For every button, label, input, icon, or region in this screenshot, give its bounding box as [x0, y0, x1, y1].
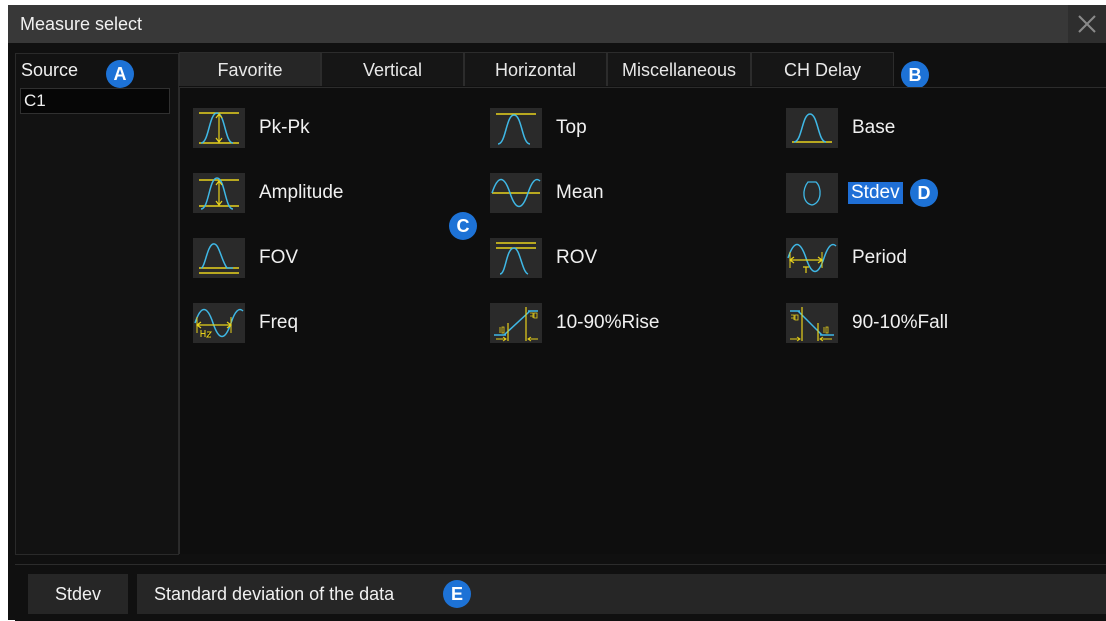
measure-label-selected: Stdev [848, 182, 903, 204]
measure-item-stdev[interactable]: Stdev D [786, 173, 1046, 213]
measure-item-amplitude[interactable]: Amplitude [193, 173, 453, 213]
tab-bar: Favorite Vertical Horizontal Miscellaneo… [179, 52, 1106, 89]
tab-favorite[interactable]: Favorite [179, 52, 321, 86]
measure-label: FOV [259, 247, 299, 268]
measure-label: Period [852, 247, 907, 268]
close-button[interactable] [1068, 5, 1106, 43]
source-label: Source [21, 60, 79, 80]
source-panel: Source A C1 [15, 53, 179, 555]
fov-icon [193, 238, 245, 278]
selected-measure-name: Stdev [28, 574, 128, 614]
rov-icon [490, 238, 542, 278]
rise-icon [490, 303, 542, 343]
annotation-badge-e: E [443, 580, 471, 608]
measure-item-base[interactable]: Base [786, 108, 1046, 148]
tab-miscellaneous[interactable]: Miscellaneous [607, 52, 751, 86]
measure-label: Mean [556, 182, 604, 203]
base-icon [786, 108, 838, 148]
mean-icon [490, 173, 542, 213]
tab-ch-delay[interactable]: CH Delay [751, 52, 894, 86]
measure-item-freq[interactable]: Freq [193, 303, 453, 343]
annotation-badge-a: A [106, 60, 134, 88]
measure-item-pk-pk[interactable]: Pk-Pk [193, 108, 453, 148]
measure-item-mean[interactable]: Mean [490, 173, 750, 213]
fall-icon [786, 303, 838, 343]
stdev-icon [786, 173, 838, 213]
source-item-c1[interactable]: C1 [20, 88, 170, 114]
measure-label: Base [852, 117, 896, 138]
top-icon [490, 108, 542, 148]
measurement-info-bar: Stdev Standard deviation of the data E [15, 564, 1106, 621]
measure-label: Freq [259, 312, 299, 333]
measure-item-rov[interactable]: ROV [490, 238, 750, 278]
measure-label: Top [556, 117, 587, 138]
measure-item-top[interactable]: Top [490, 108, 750, 148]
measure-label: 90-10%Fall [852, 312, 949, 333]
period-icon [786, 238, 838, 278]
measure-select-dialog: Measure select Source A C1 Favorite Vert… [8, 5, 1106, 621]
annotation-badge-b: B [901, 61, 929, 89]
measure-item-period[interactable]: Period [786, 238, 1046, 278]
close-icon [1078, 15, 1096, 33]
amplitude-icon [193, 173, 245, 213]
measure-label: Amplitude [259, 182, 344, 203]
measure-label: 10-90%Rise [556, 312, 660, 333]
measure-label: ROV [556, 247, 598, 268]
annotation-badge-d: D [910, 179, 938, 207]
freq-icon [193, 303, 245, 343]
tab-vertical[interactable]: Vertical [321, 52, 464, 86]
measure-item-fov[interactable]: FOV [193, 238, 453, 278]
measure-item-rise[interactable]: 10-90%Rise [490, 303, 750, 343]
annotation-badge-c: C [449, 212, 477, 240]
tab-horizontal[interactable]: Horizontal [464, 52, 607, 86]
measurement-grid: Pk-Pk Top Base Amplitude Mean Stdev D C … [179, 87, 1106, 554]
selected-measure-description: Standard deviation of the data [154, 584, 395, 604]
dialog-title: Measure select [20, 14, 143, 34]
pk-pk-icon [193, 108, 245, 148]
selected-measure-description-box: Standard deviation of the data E [137, 574, 1106, 614]
source-item-label: C1 [24, 91, 46, 110]
titlebar: Measure select [8, 5, 1106, 43]
measure-item-fall[interactable]: 90-10%Fall [786, 303, 1046, 343]
measure-label: Pk-Pk [259, 117, 310, 138]
